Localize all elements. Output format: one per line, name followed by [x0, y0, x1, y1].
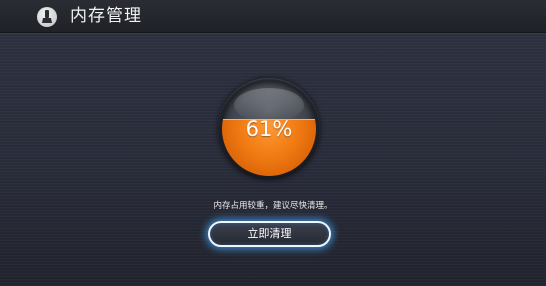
- gauge-bowl: 61%: [222, 82, 316, 176]
- clean-now-button[interactable]: 立即清理: [208, 221, 331, 247]
- cleaner-icon: [37, 7, 57, 27]
- memory-usage-gauge: 61%: [218, 78, 320, 180]
- memory-warning-message: 内存占用较重，建议尽快清理。: [213, 201, 333, 211]
- memory-usage-percent: 61%: [245, 117, 293, 141]
- page-title: 内存管理: [70, 6, 142, 26]
- title-bar: 内存管理: [0, 0, 546, 33]
